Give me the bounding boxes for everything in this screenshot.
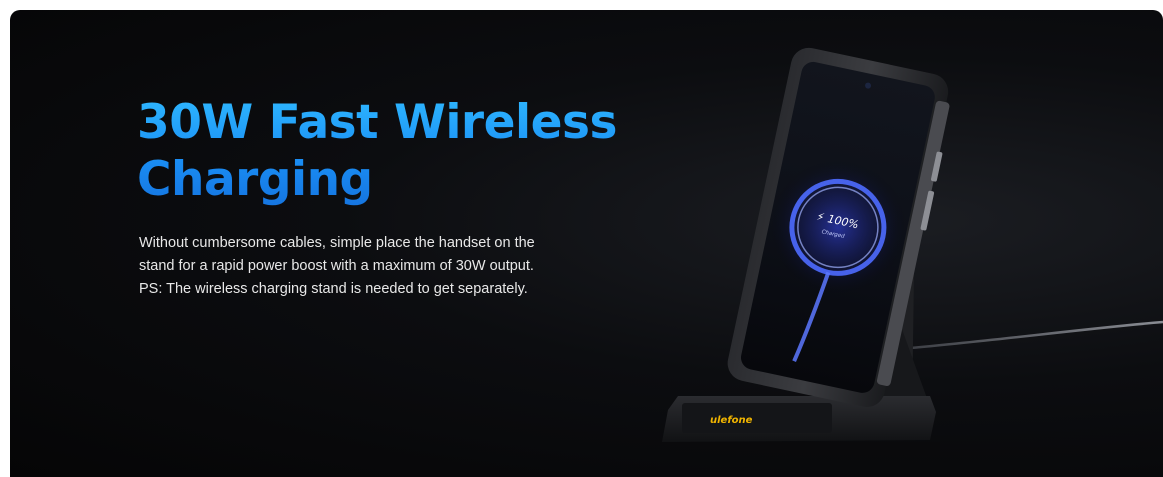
charging-cable: [909, 320, 1163, 350]
hero-title-line-2: Charging: [137, 152, 373, 207]
hero-description-line-1: Without cumbersome cables, simple place …: [139, 235, 535, 251]
stand-front-panel: [682, 403, 832, 433]
floor-reflection: [660, 442, 940, 477]
hero-title: 30W Fast Wireless Charging: [137, 94, 617, 208]
hero-title-line-1: 30W Fast Wireless: [137, 95, 617, 150]
stand-brand-logo: ulefone: [710, 415, 753, 426]
hero-description-line-2: stand for a rapid power boost with a max…: [139, 258, 534, 274]
hero-description: Without cumbersome cables, simple place …: [139, 232, 579, 301]
hero-description-line-3: PS: The wireless charging stand is neede…: [139, 281, 528, 297]
smartphone: ⚡ 100% Charged: [727, 47, 950, 407]
hero-banner: 30W Fast Wireless Charging Without cumbe…: [10, 10, 1163, 477]
product-image: ulefone ⚡ 100% Charged: [660, 47, 1163, 477]
